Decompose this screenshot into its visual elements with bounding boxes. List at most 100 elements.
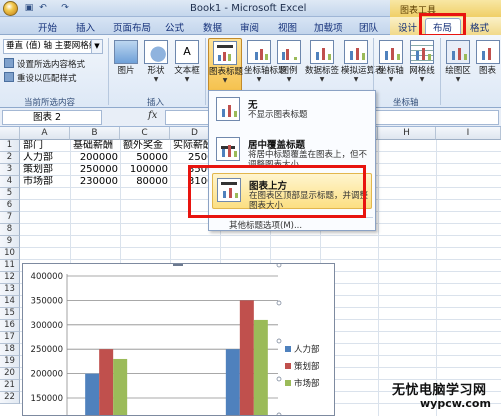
insert-picture-button[interactable]: 图片 [112,38,140,90]
tab-formulas[interactable]: 公式 [165,20,184,34]
cell-d2[interactable]: 2500 [188,152,208,164]
tab-data[interactable]: 数据 [203,20,222,34]
format-selection-label: 设置所选内容格式 [17,60,86,70]
insert-textbox-button[interactable]: A 文本框 ▼ [172,38,202,90]
name-box[interactable]: 图表 2 [2,110,102,125]
name-box-value: 图表 2 [33,112,62,123]
chart-resize-handle [173,264,183,266]
row-header[interactable]: 8 [0,224,20,236]
cell-c2[interactable]: 50000 [120,152,168,164]
mini-bars-icon [251,46,269,60]
plot-area-button[interactable]: 绘图区 ▼ [443,38,473,90]
cell-a4[interactable]: 市场部 [23,176,53,188]
data-table-button[interactable]: 模拟运算表 ▼ [341,38,384,90]
column-header-i[interactable]: I [436,127,501,140]
reset-style-button[interactable]: 重设以匹配样式 [4,72,77,84]
grid-line [20,235,501,236]
select-all-corner[interactable] [0,127,20,140]
menu-separator [211,217,373,218]
tab-addins[interactable]: 加载项 [314,20,343,34]
chart-wall-button[interactable]: 图表 [474,38,501,90]
reset-style-label: 重设以匹配样式 [17,74,77,84]
axis-titles-button[interactable]: 坐标轴标题 ▼ [244,38,287,90]
cell-c3[interactable]: 100000 [120,164,168,176]
cell-b3[interactable]: 250000 [70,164,118,176]
column-header-a[interactable]: A [20,127,70,140]
chevron-down-icon[interactable]: ▼ [91,40,102,53]
row-header[interactable]: 5 [0,188,20,200]
above-chart-title-icon [217,178,241,202]
row-header[interactable]: 9 [0,236,20,248]
axes-button[interactable]: 坐标轴 ▼ [377,38,405,90]
cell-d4[interactable]: 3100 [188,176,208,188]
tab-home[interactable]: 开始 [38,20,57,34]
row-header[interactable]: 13 [0,284,20,296]
row-header[interactable]: 22 [0,392,20,404]
textbox-label: 文本框 [174,66,200,76]
tab-view[interactable]: 视图 [278,20,297,34]
column-header-b[interactable]: B [70,127,120,140]
cell-d1[interactable]: 实际薪酬 [173,140,213,152]
row-header[interactable]: 3 [0,164,20,176]
mini-bars-icon [414,46,432,60]
row-header[interactable]: 4 [0,176,20,188]
cell-a3[interactable]: 策划部 [23,164,53,176]
tab-review[interactable]: 审阅 [240,20,259,34]
row-header[interactable]: 2 [0,152,20,164]
insert-function-icon[interactable]: fx [148,110,157,121]
tab-insert[interactable]: 插入 [76,20,95,34]
row-header[interactable]: 10 [0,248,20,260]
data-labels-button[interactable]: 数据标签 ▼ [304,38,340,90]
row-header[interactable]: 1 [0,140,20,152]
chart-tools-title: 图表工具 [400,6,437,16]
column-header-c[interactable]: C [120,127,170,140]
save-icon[interactable]: ▣ [24,3,34,13]
office-button[interactable] [3,1,18,16]
tab-team[interactable]: 团队 [359,20,378,34]
row-header[interactable]: 12 [0,272,20,284]
embedded-chart[interactable]: 4000003500003000002500002000001500001000… [22,263,335,416]
tab-design[interactable]: 设计 [398,20,417,34]
option-no-title[interactable]: 无 不显示图表标题 [212,93,372,129]
row-header[interactable]: 16 [0,320,20,332]
chevron-down-icon: ▼ [256,76,262,83]
insert-shapes-button[interactable]: 形状 ▼ [142,38,170,90]
cell-c4[interactable]: 80000 [120,176,168,188]
row-header[interactable]: 7 [0,212,20,224]
option-centered-overlay-title[interactable]: 居中覆盖标题 将居中标题覆盖在图表上，但不调整图表大小 [212,133,372,170]
tab-page-layout[interactable]: 页面布局 [113,20,151,34]
cell-b1[interactable]: 基础薪酬 [73,140,113,152]
row-header[interactable]: 17 [0,332,20,344]
tab-layout[interactable]: 布局 [433,20,452,34]
cell-b2[interactable]: 200000 [70,152,118,164]
cell-a1[interactable]: 部门 [23,140,43,152]
option-above-chart[interactable]: 图表上方 在图表区顶部显示标题，并调整图表大小 [212,173,372,211]
cell-b4[interactable]: 230000 [70,176,118,188]
chevron-down-icon: ▼ [153,76,159,83]
format-selection-button[interactable]: 设置所选内容格式 [4,58,85,70]
chart-element-selector[interactable]: 垂直 (值) 轴 主要网格线 ▼ [3,39,103,54]
row-header[interactable]: 19 [0,356,20,368]
chart-element-value: 垂直 (值) 轴 主要网格线 [6,41,98,51]
row-header[interactable]: 6 [0,200,20,212]
legend-label: 图例 [280,66,298,76]
cell-a2[interactable]: 人力部 [23,152,53,164]
gridlines-button[interactable]: 网格线 ▼ [408,38,436,90]
row-header[interactable]: 14 [0,296,20,308]
row-header[interactable]: 20 [0,368,20,380]
row-header[interactable]: 21 [0,380,20,392]
row-header[interactable]: 18 [0,344,20,356]
tab-format[interactable]: 格式 [470,20,489,34]
more-title-options[interactable]: 其他标题选项(M)... [229,219,302,231]
cell-d3[interactable]: 3500 [188,164,208,176]
row-header[interactable]: 11 [0,260,20,272]
column-header-h[interactable]: H [378,127,436,140]
undo-icon[interactable]: ↶ [38,3,48,13]
chart-title-button[interactable]: 图表标题 ▼ [208,38,243,94]
cell-c1[interactable]: 额外奖金 [123,140,163,152]
chevron-down-icon: ▼ [222,77,228,84]
chart-wall-label: 图表 [478,66,496,76]
legend-button[interactable]: 图例 ▼ [276,38,302,90]
row-header[interactable]: 15 [0,308,20,320]
redo-icon[interactable]: ↷ [60,3,70,13]
